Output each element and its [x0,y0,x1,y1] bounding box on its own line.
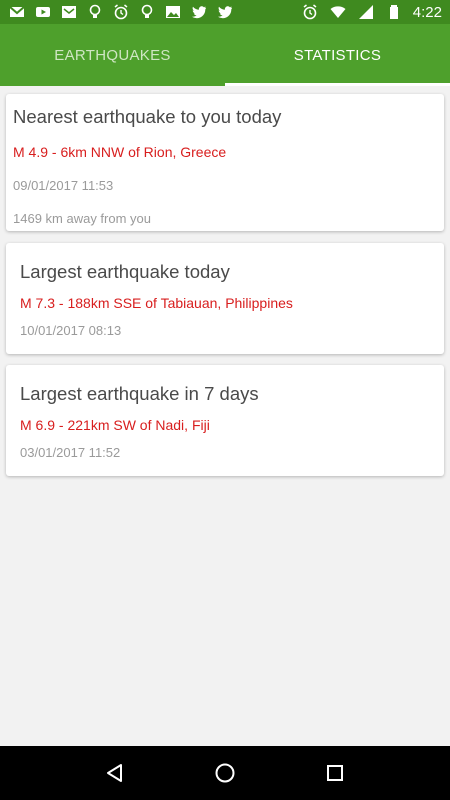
twitter-icon [216,4,234,20]
quake-description: M 7.3 - 188km SSE of Tabiauan, Philippin… [20,295,293,311]
mail-icon [60,4,78,20]
back-button[interactable] [95,753,135,793]
recents-icon [327,765,343,781]
bulb-icon [86,4,104,20]
card-title: Largest earthquake in 7 days [20,383,259,404]
battery-icon [385,4,403,20]
bulb-icon [138,4,156,20]
quake-description: M 6.9 - 221km SW of Nadi, Fiji [20,417,210,433]
card-title: Nearest earthquake to you today [13,106,282,127]
clock-time: 4:22 [412,3,442,21]
image-icon [164,4,182,20]
gmail-icon [8,4,26,20]
youtube-icon [34,4,52,20]
system-icons: 4:22 [301,4,442,21]
quake-distance: 1469 km away from you [13,211,152,226]
home-icon [215,763,235,783]
recents-button[interactable] [315,753,355,793]
alarm-icon [301,4,319,20]
twitter-icon [190,4,208,20]
quake-time: 10/01/2017 08:13 [20,323,122,338]
alarm-icon [112,4,130,20]
largest-7-days-card[interactable]: Largest earthquake in 7 days M 6.9 - 221… [6,365,444,476]
wifi-icon [329,4,347,20]
nearest-earthquake-card[interactable]: Nearest earthquake to you today M 4.9 - … [6,94,444,231]
tab-earthquakes[interactable]: EARTHQUAKES [0,24,225,86]
navigation-bar [0,746,450,800]
tab-bar: EARTHQUAKES STATISTICS [0,24,450,86]
quake-time: 09/01/2017 11:53 [13,178,114,193]
home-button[interactable] [205,753,245,793]
tab-statistics[interactable]: STATISTICS [225,24,450,86]
status-bar: 4:22 [0,0,450,24]
signal-icon [357,4,375,20]
back-icon [107,764,122,782]
notification-icons [8,4,234,20]
quake-time: 03/01/2017 11:52 [20,445,121,460]
quake-description: M 4.9 - 6km NNW of Rion, Greece [13,144,227,160]
statistics-content: Nearest earthquake to you today M 4.9 - … [0,86,450,746]
card-title: Largest earthquake today [20,261,230,282]
largest-today-card[interactable]: Largest earthquake today M 7.3 - 188km S… [6,243,444,354]
